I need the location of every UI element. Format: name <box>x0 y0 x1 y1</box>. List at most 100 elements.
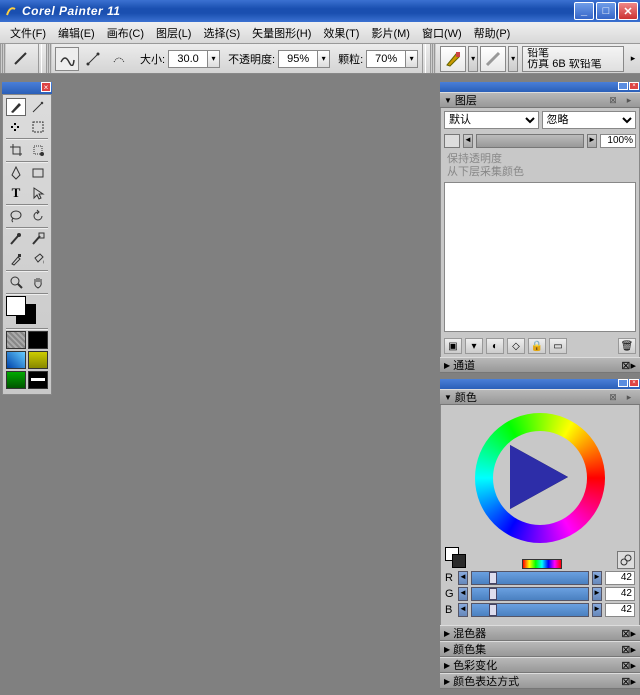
menu-layer[interactable]: 图层(L) <box>150 23 197 43</box>
close-button[interactable]: ✕ <box>618 2 638 20</box>
color-header[interactable]: ▼ 颜色 ⊠ ▸ <box>440 389 640 405</box>
layer-opacity-slider[interactable] <box>476 134 584 148</box>
crop-tool[interactable] <box>6 141 26 159</box>
composite-select[interactable]: 忽略 <box>542 111 637 129</box>
g-dec-button[interactable]: ◄ <box>458 587 468 601</box>
foreground-swatch[interactable] <box>6 296 26 316</box>
hue-slider[interactable] <box>522 559 562 569</box>
layer-effects-button[interactable]: ◇ <box>507 338 525 354</box>
grip-icon[interactable] <box>430 44 436 73</box>
panel-toggle-icon[interactable]: ⊠ <box>621 359 630 372</box>
size-dropdown[interactable]: ▾ <box>208 50 220 68</box>
dodge-tool[interactable] <box>28 230 48 248</box>
new-layer-button[interactable]: ▣ <box>444 338 462 354</box>
color-expression-header[interactable]: ▶颜色表达方式⊠▸ <box>440 673 640 689</box>
menu-select[interactable]: 选择(S) <box>197 23 246 43</box>
lock-button[interactable]: 🔒 <box>528 338 546 354</box>
menu-window[interactable]: 窗口(W) <box>416 23 468 43</box>
minimize-button[interactable]: _ <box>574 2 594 20</box>
g-slider[interactable] <box>471 587 589 601</box>
panel-close-button[interactable]: × <box>629 82 639 90</box>
size-input[interactable] <box>168 50 208 68</box>
straight-stroke-button[interactable] <box>81 47 105 71</box>
grain-input[interactable] <box>366 50 406 68</box>
layer-list[interactable] <box>444 182 636 332</box>
menu-help[interactable]: 帮助(P) <box>468 23 517 43</box>
brush-variant-selector[interactable] <box>480 46 506 72</box>
opacity-dec-button[interactable]: ◄ <box>463 134 473 148</box>
grip-icon[interactable] <box>46 44 52 73</box>
menu-effects[interactable]: 效果(T) <box>317 23 365 43</box>
freehand-stroke-button[interactable] <box>55 47 79 71</box>
layer-menu-button[interactable]: ▾ <box>465 338 483 354</box>
channels-header[interactable]: ▶ 通道 ⊠ ▸ <box>440 357 640 373</box>
look-selector[interactable] <box>6 371 26 389</box>
clone-color-button[interactable] <box>617 551 635 569</box>
panel-collapse-button[interactable] <box>618 379 628 387</box>
hand-tool[interactable] <box>28 273 48 291</box>
panel-menu-button[interactable]: ▸ <box>622 391 636 403</box>
paper-selector[interactable] <box>6 331 26 349</box>
group-button[interactable]: ▭ <box>549 338 567 354</box>
brush-shape-icon[interactable] <box>9 47 33 71</box>
menu-edit[interactable]: 编辑(E) <box>52 23 101 43</box>
text-tool[interactable]: T <box>6 184 26 202</box>
opacity-inc-button[interactable]: ► <box>587 134 597 148</box>
r-dec-button[interactable]: ◄ <box>458 571 468 585</box>
weave-selector[interactable] <box>28 351 48 369</box>
opacity-input[interactable] <box>278 50 318 68</box>
panel-menu-button[interactable]: ▸ <box>622 94 636 106</box>
marquee-tool[interactable] <box>28 118 48 136</box>
menu-shapes[interactable]: 矢量图形(H) <box>246 23 317 43</box>
color-wheel[interactable] <box>475 413 605 543</box>
toolbox-close-button[interactable]: × <box>41 82 51 92</box>
r-slider[interactable] <box>471 571 589 585</box>
b-slider[interactable] <box>471 603 589 617</box>
color-variability-header[interactable]: ▶色彩变化⊠▸ <box>440 657 640 673</box>
b-value[interactable]: 42 <box>605 603 635 617</box>
rect-shape-tool[interactable] <box>28 164 48 182</box>
r-value[interactable]: 42 <box>605 571 635 585</box>
lasso-tool[interactable] <box>6 207 26 225</box>
pen-tool[interactable] <box>6 164 26 182</box>
eyedropper-tool[interactable] <box>6 250 26 268</box>
color-set-header[interactable]: ▶颜色集⊠▸ <box>440 641 640 657</box>
clone-tool[interactable] <box>6 230 26 248</box>
b-dec-button[interactable]: ◄ <box>458 603 468 617</box>
opacity-dropdown[interactable]: ▾ <box>318 50 330 68</box>
g-value[interactable]: 42 <box>605 587 635 601</box>
zoom-tool[interactable] <box>6 273 26 291</box>
grain-dropdown[interactable]: ▾ <box>406 50 418 68</box>
menu-canvas[interactable]: 画布(C) <box>101 23 150 43</box>
r-inc-button[interactable]: ► <box>592 571 602 585</box>
new-mask-button[interactable]: ◐ <box>486 338 504 354</box>
rotate-tool[interactable] <box>28 207 48 225</box>
shape-select-tool[interactable] <box>28 184 48 202</box>
layer-lock-icon[interactable] <box>444 134 460 148</box>
gradient-selector[interactable] <box>6 351 26 369</box>
layers-header[interactable]: ▼ 图层 ⊠ ▸ <box>440 92 640 108</box>
color-main-swatch[interactable] <box>445 547 467 569</box>
maximize-button[interactable]: □ <box>596 2 616 20</box>
pattern-selector[interactable] <box>28 331 48 349</box>
sv-triangle[interactable] <box>510 445 568 509</box>
dropper-tool[interactable] <box>6 118 26 136</box>
brush-category-selector[interactable] <box>440 46 466 72</box>
brush-variant-dropdown[interactable]: ▾ <box>508 46 518 72</box>
brush-menu-button[interactable]: ▸ <box>626 46 640 72</box>
selection-adjuster-tool[interactable] <box>28 141 48 159</box>
brush-category-dropdown[interactable]: ▾ <box>468 46 478 72</box>
grip-icon[interactable] <box>0 44 6 73</box>
panel-close-button[interactable]: × <box>629 379 639 387</box>
mixer-header[interactable]: ▶混色器⊠▸ <box>440 625 640 641</box>
grainy-stroke-button[interactable] <box>107 47 131 71</box>
bucket-tool[interactable] <box>28 250 48 268</box>
panel-toggle-icon[interactable]: ⊠ <box>606 391 620 403</box>
magic-wand-tool[interactable] <box>28 98 48 116</box>
panel-collapse-button[interactable] <box>618 82 628 90</box>
nozzle-selector[interactable] <box>28 371 48 389</box>
brush-info[interactable]: 铅笔 仿真 6B 软铅笔 <box>522 46 624 72</box>
color-swatches[interactable] <box>6 296 48 326</box>
menu-movie[interactable]: 影片(M) <box>365 23 416 43</box>
panel-toggle-icon[interactable]: ⊠ <box>606 94 620 106</box>
